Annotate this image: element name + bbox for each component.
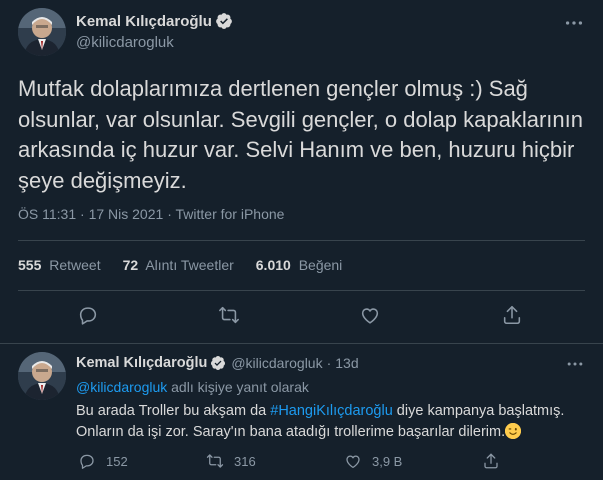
avatar[interactable] — [18, 8, 66, 56]
main-tweet: Kemal Kılıçdaroğlu @kilicdarogluk Mutfak… — [0, 0, 603, 344]
retweet-icon — [206, 454, 224, 468]
meta-separator: · — [167, 206, 172, 222]
hashtag-link[interactable]: #HangiKılıçdaroğlu — [270, 403, 393, 419]
reply-actions: 152 316 3,9 B — [76, 452, 596, 474]
divider — [18, 290, 585, 291]
tweet-source[interactable]: Twitter for iPhone — [176, 206, 285, 222]
reply-more-options-icon[interactable] — [565, 354, 587, 376]
tweet-text: Mutfak dolaplarımıza dertlenen gençler o… — [18, 76, 584, 193]
reply-text-before: Bu arada Troller bu akşam da — [76, 403, 271, 419]
reply-author-display-name[interactable]: Kemal Kılıçdaroğlu — [76, 355, 207, 371]
reply-separator: · — [326, 355, 332, 371]
reply-tweet-text: Bu arada Troller bu akşam da #HangiKılıç… — [76, 401, 596, 443]
reply-like-action[interactable]: 3,9 B — [344, 452, 402, 470]
author-name-row: Kemal Kılıçdaroğlu — [76, 12, 233, 30]
like-stat[interactable]: 6.010 Beğeni — [256, 257, 343, 273]
reply-to-line: @kilicdarogluk adlı kişiye yanıt olarak — [76, 379, 309, 395]
share-icon — [484, 453, 498, 469]
reply-to-suffix: adlı kişiye yanıt olarak — [171, 379, 309, 395]
retweet-stat[interactable]: 555 Retweet — [18, 257, 101, 273]
divider — [18, 240, 585, 241]
reply-icon — [80, 454, 94, 469]
reply-count: 152 — [106, 453, 128, 469]
tweet-meta: ÖS 11:31 · 17 Nis 2021 · Twitter for iPh… — [18, 206, 284, 222]
tweet-date[interactable]: 17 Nis 2021 — [89, 206, 164, 222]
retweet-count: 555 — [18, 257, 42, 273]
reply-author-row: Kemal Kılıçdaroğlu @kilicdarogluk · 13d — [76, 355, 359, 371]
more-options-icon[interactable] — [563, 12, 585, 34]
author-handle[interactable]: @kilicdarogluk — [76, 34, 174, 51]
tweet-time[interactable]: ÖS 11:31 — [18, 206, 76, 222]
reply-retweet-action[interactable]: 316 — [206, 452, 256, 470]
reply-reply-action[interactable]: 152 — [78, 452, 128, 470]
like-count: 6.010 — [255, 257, 291, 273]
author-handle-row: @kilicdarogluk — [76, 34, 174, 51]
reply-icon[interactable] — [77, 304, 99, 326]
meta-separator: · — [80, 206, 85, 222]
verified-badge-icon — [215, 12, 233, 30]
author-display-name[interactable]: Kemal Kılıçdaroğlu — [76, 13, 212, 30]
retweet-count: 316 — [234, 453, 256, 469]
winking-face-icon — [505, 423, 522, 439]
quote-stat[interactable]: 72 Alıntı Tweetler — [123, 257, 234, 273]
retweet-icon[interactable] — [218, 304, 240, 326]
like-count: 3,9 B — [372, 453, 403, 469]
reply-avatar[interactable] — [18, 352, 66, 400]
retweet-label: Retweet — [49, 257, 101, 273]
tweet-stats: 555 Retweet 72 Alıntı Tweetler 6.010 Beğ… — [18, 257, 364, 273]
tweet-separator — [0, 343, 603, 344]
reply-share-action[interactable] — [482, 452, 510, 470]
like-icon[interactable] — [359, 304, 381, 326]
like-label: Beğeni — [298, 257, 343, 273]
quote-label: Alıntı Tweetler — [145, 257, 234, 273]
share-icon[interactable] — [501, 304, 523, 326]
verified-badge-icon — [210, 355, 226, 371]
quote-count: 72 — [122, 257, 139, 273]
reply-time[interactable]: 13d — [335, 355, 358, 371]
reply-to-handle-link[interactable]: @kilicdarogluk — [76, 379, 167, 395]
like-icon — [346, 455, 360, 469]
reply-author-handle[interactable]: @kilicdarogluk — [231, 355, 322, 371]
